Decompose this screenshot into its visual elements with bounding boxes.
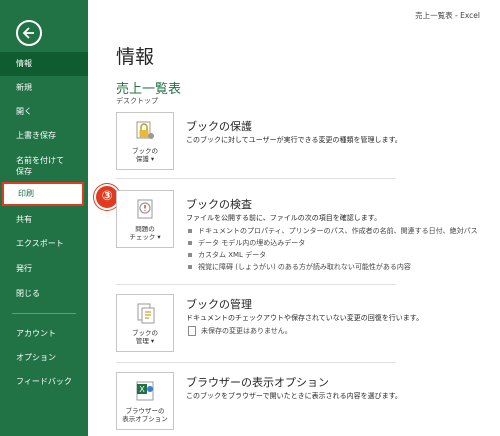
nav-save[interactable]: 上書き保存 xyxy=(0,124,88,148)
unsaved-changes-info: 未保存の変更はありません。 xyxy=(188,326,292,336)
protect-title: ブックの保護 xyxy=(186,120,252,133)
manage-title: ブックの管理 xyxy=(186,298,252,311)
manage-workbook-label: ブックの 管理 ▾ xyxy=(132,329,158,345)
nav-publish[interactable]: 発行 xyxy=(0,257,88,281)
section-divider xyxy=(116,178,396,179)
document-title: 売上一覧表 xyxy=(116,82,182,97)
browser-options-title: ブラウザーの表示オプション xyxy=(186,376,329,389)
manage-description: ドキュメントのチェックアウトや保存されていない変更の回復を行います。 xyxy=(186,314,424,322)
check-issues-button[interactable]: 問題の チェック ▾ xyxy=(116,190,174,248)
back-arrow-icon xyxy=(22,27,34,39)
protect-workbook-label: ブックの 保護 ▾ xyxy=(132,147,158,163)
window-title: 売上一覧表 - Excel xyxy=(415,11,480,20)
inspect-title: ブックの検査 xyxy=(186,198,252,211)
section-divider xyxy=(116,362,396,363)
document-path: デスクトップ xyxy=(116,97,158,105)
nav-account[interactable]: アカウント xyxy=(0,322,88,346)
page-title: 情報 xyxy=(116,46,155,68)
section-divider xyxy=(116,284,396,285)
check-issues-label: 問題の チェック ▾ xyxy=(129,225,161,241)
back-button[interactable] xyxy=(16,20,42,46)
inspect-document-icon xyxy=(137,199,153,219)
inspect-bullet: ドキュメントのプロパティ、プリンターのパス、作成者の名前、関連する日付、絶対パス xyxy=(188,226,478,236)
manage-workbook-button[interactable]: ブックの 管理 ▾ xyxy=(116,294,174,352)
document-icon xyxy=(188,326,196,336)
nav-share[interactable]: 共有 xyxy=(0,208,88,232)
svg-text:X: X xyxy=(139,385,145,394)
nav-save-as[interactable]: 名前を付けて 保存 xyxy=(0,152,88,182)
browser-options-description: このブックをブラウザーで開いたときに表示される内容を選びます。 xyxy=(186,392,402,400)
inspect-bullet: 視覚に障碍 (しょうがい) のある方が読み取れない可能性がある内容 xyxy=(188,262,411,272)
manage-document-icon xyxy=(137,303,155,324)
browser-view-options-label: ブラウザーの 表示オプション xyxy=(122,407,168,423)
nav-open[interactable]: 開く xyxy=(0,100,88,124)
backstage-sidebar: 情報 新規 開く 上書き保存 名前を付けて 保存 印刷 共有 エクスポート 発行… xyxy=(0,0,88,436)
nav-info[interactable]: 情報 xyxy=(0,52,88,76)
excel-browser-icon: X xyxy=(136,381,154,401)
inspect-bullet: データ モデル内の埋め込みデータ xyxy=(188,238,305,248)
nav-feedback[interactable]: フィードバック xyxy=(0,370,88,394)
inspect-description: ファイルを公開する前に、ファイルの次の項目を確認します。 xyxy=(186,214,382,222)
nav-separator xyxy=(12,313,76,314)
inspect-bullet: カスタム XML データ xyxy=(188,250,266,260)
nav-close[interactable]: 閉じる xyxy=(0,282,88,306)
browser-view-options-button[interactable]: X ブラウザーの 表示オプション xyxy=(116,372,174,430)
protect-description: このブックに対してユーザーが実行できる変更の種類を管理します。 xyxy=(186,136,402,144)
protect-workbook-button[interactable]: ブックの 保護 ▾ xyxy=(116,112,174,170)
nav-export[interactable]: エクスポート xyxy=(0,232,88,256)
nav-new[interactable]: 新規 xyxy=(0,76,88,100)
lock-key-icon xyxy=(136,121,154,139)
nav-options[interactable]: オプション xyxy=(0,346,88,370)
nav-print[interactable]: 印刷 xyxy=(2,182,84,206)
